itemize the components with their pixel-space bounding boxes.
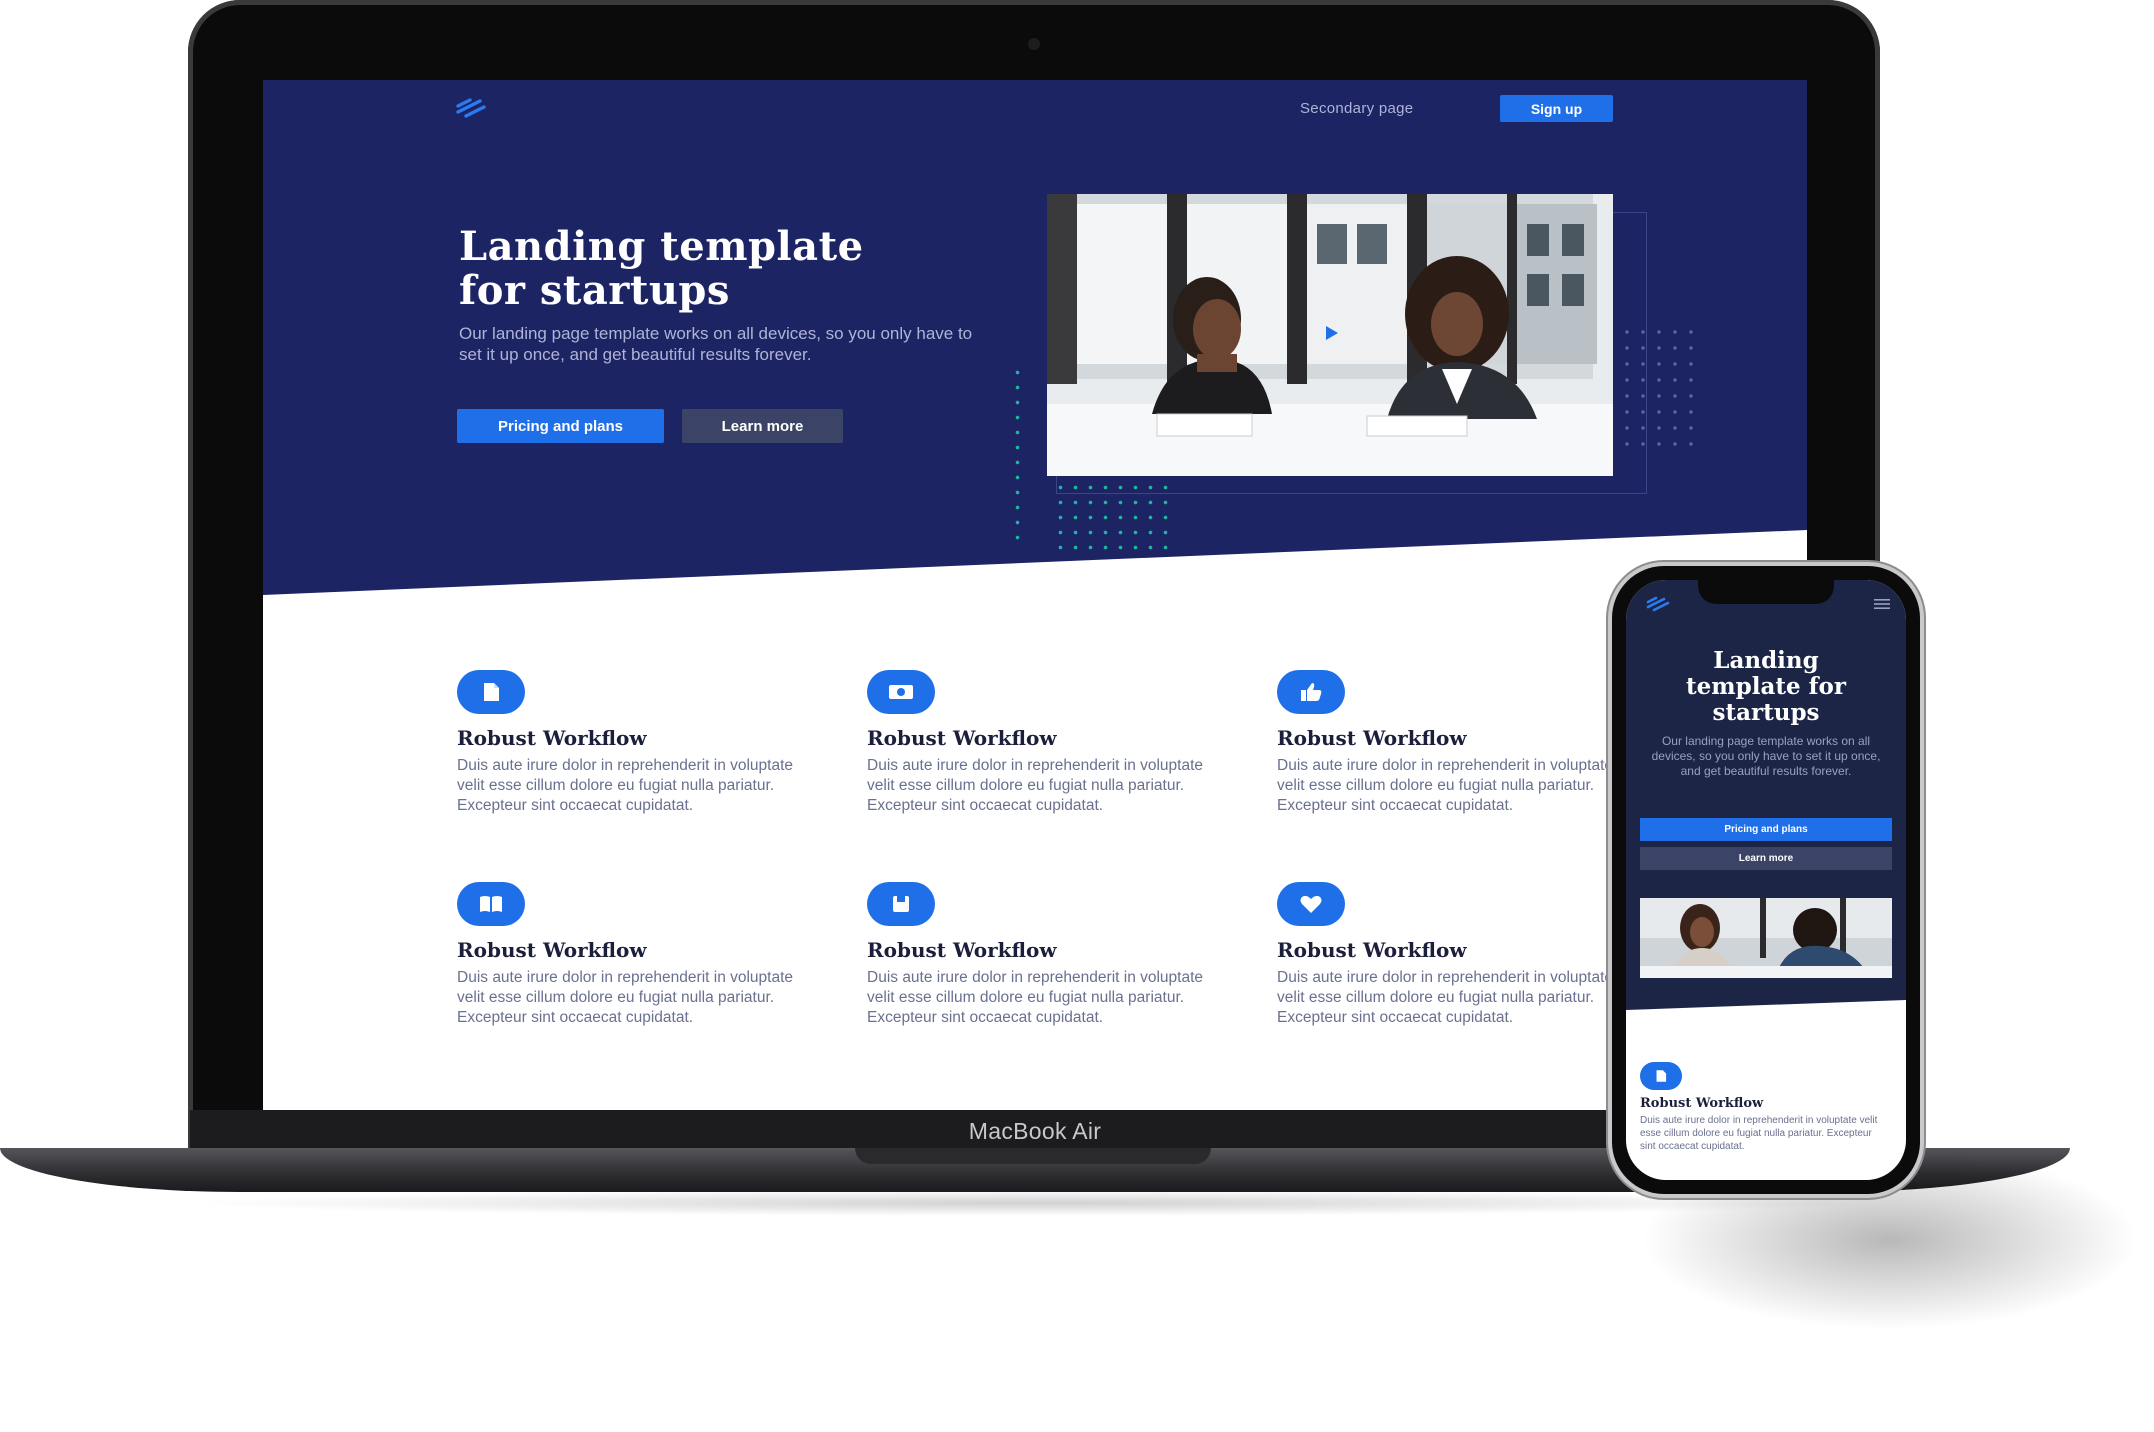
document-icon: [457, 670, 525, 714]
feature-title: Robust Workflow: [867, 726, 1057, 750]
feature-card: Robust Workflow Duis aute irure dolor in…: [1277, 670, 1617, 816]
laptop-camera: [1028, 38, 1040, 50]
feature-title: Robust Workflow: [1277, 938, 1467, 962]
hero-meeting-photo[interactable]: [1047, 194, 1613, 476]
document-icon: [1640, 1062, 1682, 1090]
phone-hero-photo[interactable]: [1640, 898, 1892, 978]
feature-title: Robust Workflow: [1277, 726, 1467, 750]
laptop-screen: Secondary page Sign up Landing template …: [263, 80, 1807, 1110]
decorative-dots-vertical: [1010, 365, 1026, 550]
feature-title: Robust Workflow: [457, 726, 647, 750]
feature-card: Robust Workflow Duis aute irure dolor in…: [457, 670, 797, 816]
hero-description: Our landing page template works on all d…: [459, 324, 973, 364]
feature-title: Robust Workflow: [457, 938, 647, 962]
feature-body: Duis aute irure dolor in reprehenderit i…: [1277, 757, 1614, 814]
feature-card: Robust Workflow Duis aute irure dolor in…: [457, 882, 797, 1028]
phone-hero-description: Our landing page template works on all d…: [1651, 734, 1881, 778]
phone-learn-more-button[interactable]: Learn more: [1640, 847, 1892, 870]
hero-title-line-2: for startups: [459, 267, 730, 314]
feature-body: Duis aute irure dolor in reprehenderit i…: [1277, 969, 1614, 1026]
signup-button[interactable]: Sign up: [1500, 95, 1613, 122]
phone-feature-title: Robust Workflow: [1640, 1096, 1764, 1111]
feature-body: Duis aute irure dolor in reprehenderit i…: [457, 969, 794, 1026]
features-section: Robust Workflow Duis aute irure dolor in…: [457, 670, 1807, 1090]
laptop-opening-groove: [855, 1148, 1211, 1164]
feature-body: Duis aute irure dolor in reprehenderit i…: [457, 757, 794, 814]
feature-body: Duis aute irure dolor in reprehenderit i…: [867, 757, 1204, 814]
save-icon: [867, 882, 935, 926]
hamburger-menu-icon[interactable]: [1874, 598, 1890, 610]
phone-feature-body: Duis aute irure dolor in reprehenderit i…: [1640, 1115, 1878, 1152]
stripes-logo-icon[interactable]: [456, 98, 490, 120]
thumbs-up-icon: [1277, 670, 1345, 714]
feature-card: Robust Workflow Duis aute irure dolor in…: [1277, 882, 1617, 1028]
hero-title: Landing template for startups: [459, 225, 939, 313]
book-icon: [457, 882, 525, 926]
phone-title-line-1: Landing: [1713, 647, 1819, 674]
nav-secondary-page-link[interactable]: Secondary page: [1300, 100, 1413, 117]
phone-title-line-3: startups: [1712, 699, 1820, 726]
heart-icon: [1277, 882, 1345, 926]
phone-hero-title: Landing template for startups: [1636, 648, 1896, 726]
feature-title: Robust Workflow: [867, 938, 1057, 962]
hero-title-line-1: Landing template: [459, 223, 864, 270]
phone-title-line-2: template for: [1686, 673, 1846, 700]
phone-notch: [1698, 580, 1834, 604]
feature-body: Duis aute irure dolor in reprehenderit i…: [867, 969, 1204, 1026]
laptop-shadow: [180, 1190, 1890, 1216]
phone-screen: Landing template for startups Our landin…: [1626, 580, 1906, 1180]
stripes-logo-icon[interactable]: [1646, 596, 1672, 612]
pricing-plans-button[interactable]: Pricing and plans: [457, 409, 664, 443]
phone-pricing-plans-button[interactable]: Pricing and plans: [1640, 818, 1892, 841]
money-icon: [867, 670, 935, 714]
feature-card: Robust Workflow Duis aute irure dolor in…: [867, 882, 1207, 1028]
feature-card: Robust Workflow Duis aute irure dolor in…: [867, 670, 1207, 816]
learn-more-button[interactable]: Learn more: [682, 409, 843, 443]
